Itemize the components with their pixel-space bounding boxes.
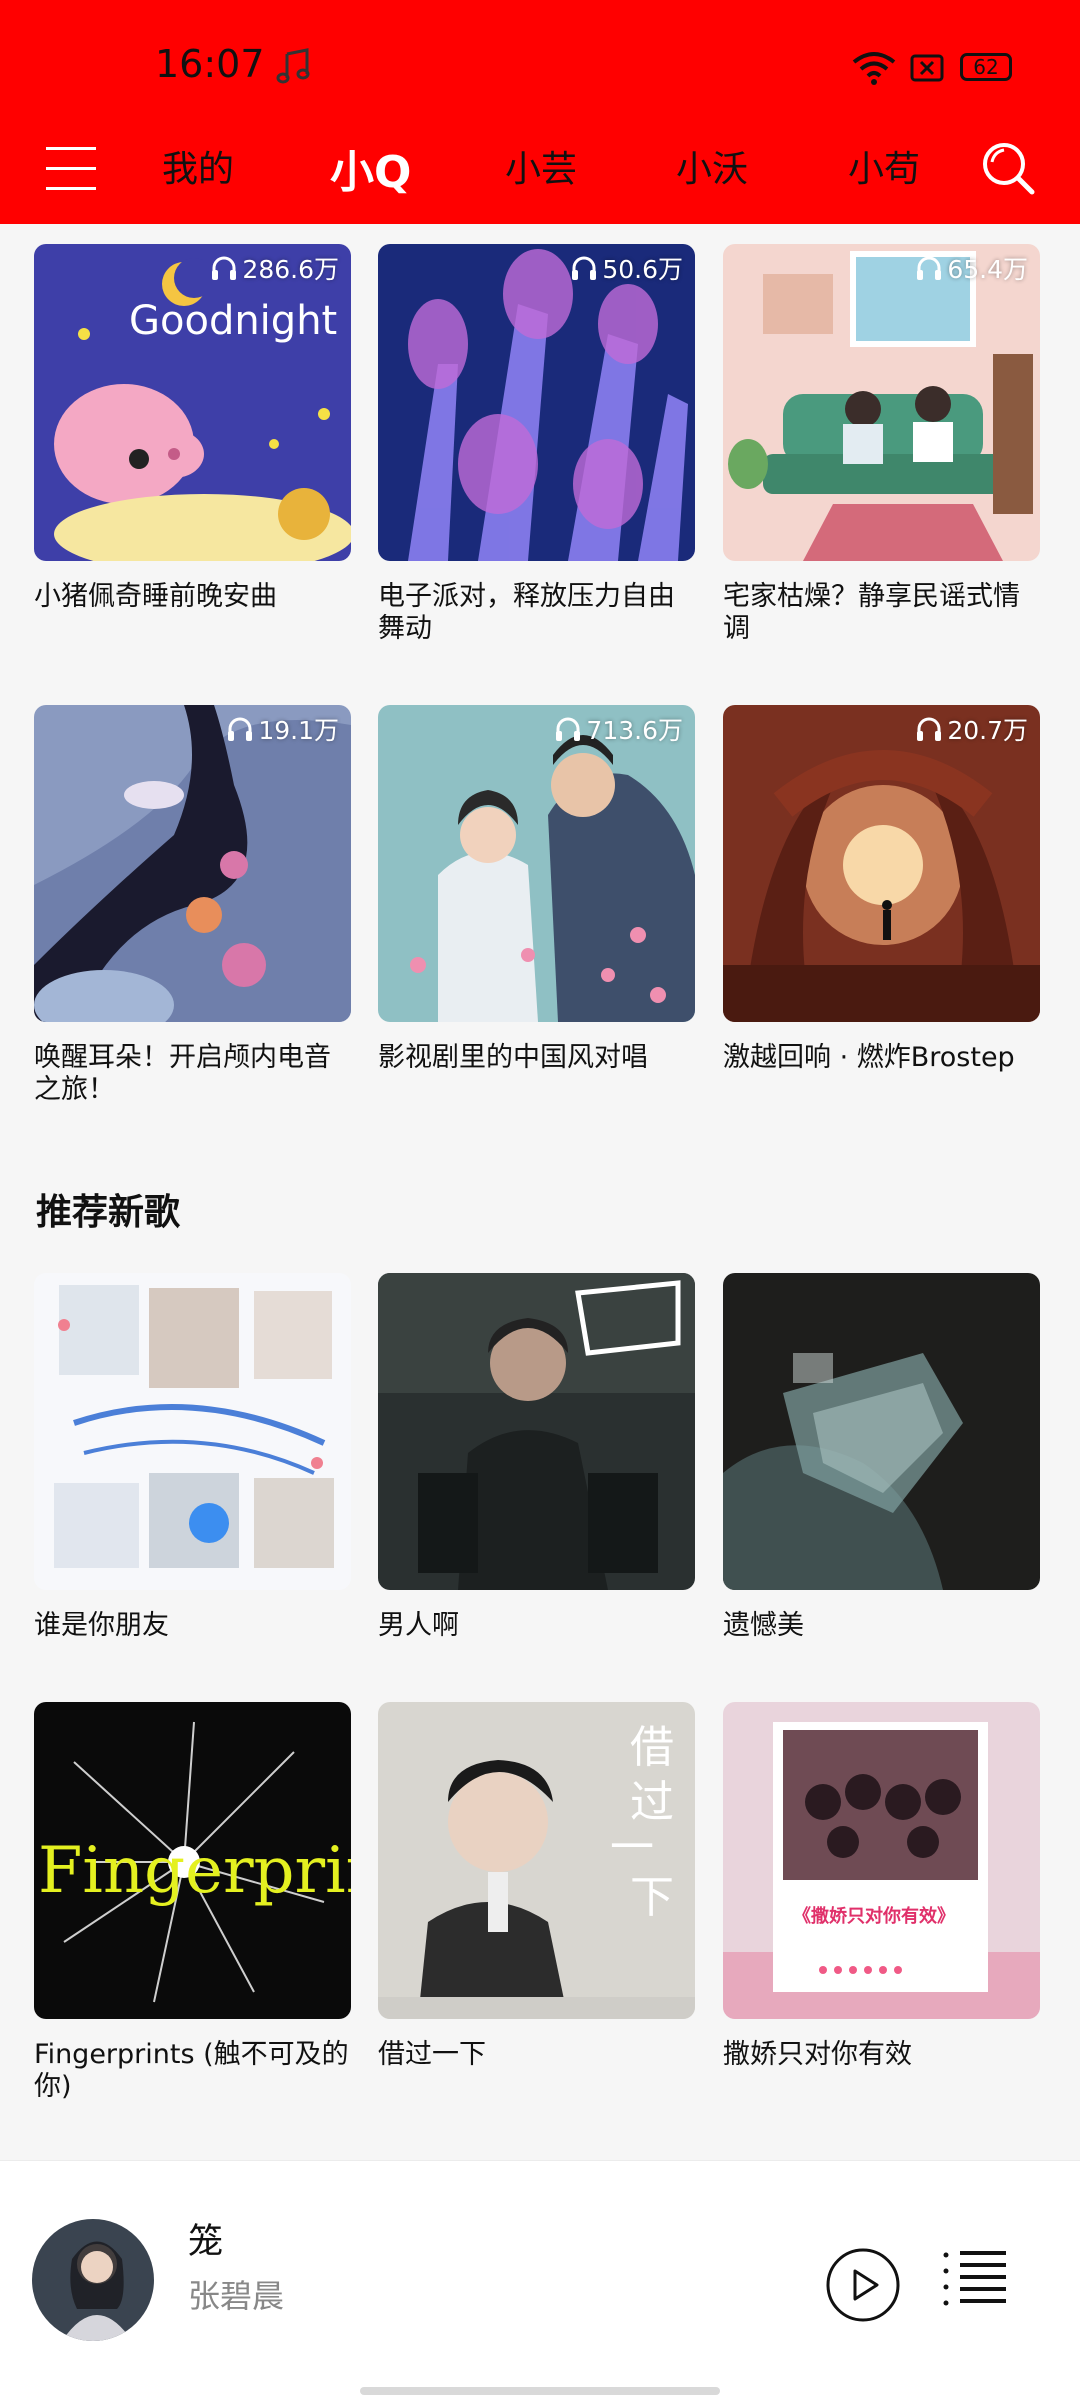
song-cover [34,1273,351,1590]
song-cover: 《撒娇只对你有效》 [723,1702,1040,2019]
play-count: 50.6万 [570,250,683,286]
play-count: 19.1万 [226,711,339,747]
playlist-cover [34,705,351,1022]
playlist-title: 影视剧里的中国风对唱 [378,1042,648,1073]
playlist-cover [378,244,695,561]
headphones-icon [917,717,942,741]
play-count: 65.4万 [915,250,1028,286]
play-count-text: 286.6万 [242,255,339,284]
playlist-cover [723,705,1040,1022]
playlist-cover [378,705,695,1022]
play-count: 20.7万 [915,711,1028,747]
song-title: 遗憾美 [723,1610,804,1641]
tab-mine[interactable]: 我的 [162,140,234,192]
svg-text:借: 借 [630,1722,674,1773]
status-time: 16:07 [155,42,265,86]
home-indicator[interactable] [360,2387,720,2395]
song-title: Fingerprints (触不可及的你) [34,2039,349,2102]
play-button[interactable] [825,2247,901,2323]
play-count: 286.6万 [210,250,339,286]
cover-text: Goodnight Peppa [129,298,351,344]
play-count-text: 50.6万 [602,255,683,284]
top-header: 16:07 62 我的 小Q 小芸 小沃 小苟 [0,0,1080,224]
svg-text:下: 下 [630,1872,674,1923]
song-title: 借过一下 [378,2039,486,2070]
section-title-new-songs: 推荐新歌 [36,1192,181,1233]
svg-text:一: 一 [610,1822,654,1873]
song-title: 男人啊 [378,1610,459,1641]
headphones-icon [212,256,237,280]
playlist-title: 电子派对，释放压力自由舞动 [378,581,675,644]
music-note-icon [276,48,310,84]
song-cover [723,1273,1040,1590]
search-icon[interactable] [980,140,1036,196]
headphones-icon [572,256,597,280]
tab-xiao-q[interactable]: 小Q [330,136,411,200]
tab-xiao-yun[interactable]: 小芸 [505,140,577,192]
playlist-title: 宅家枯燥？静享民谣式情调 [723,581,1020,644]
cover-text: 《撒娇只对你有效》 [793,1905,955,1927]
headphones-icon [228,717,253,741]
headphones-icon [917,256,942,280]
playlist-cover [723,244,1040,561]
tab-xiao-wo[interactable]: 小沃 [676,140,748,192]
cover-text: Fingerprints [38,1834,351,1908]
song-cover [378,1273,695,1590]
song-cover: Fingerprints [34,1702,351,2019]
playlist-title: 唤醒耳朵！开启颅内电音之旅！ [34,1042,331,1105]
svg-text:过: 过 [630,1777,674,1828]
play-count: 713.6万 [554,711,683,747]
playlist-cover: Goodnight Peppa [34,244,351,561]
battery-indicator: 62 [960,53,1012,81]
song-cover: 借 过 一 下 [378,1702,695,2019]
now-playing-cover[interactable] [32,2219,154,2341]
no-sim-icon [910,54,944,82]
menu-icon[interactable] [46,147,96,191]
play-count-text: 20.7万 [947,716,1028,745]
headphones-icon [556,717,581,741]
play-count-text: 713.6万 [586,716,683,745]
play-count-text: 19.1万 [258,716,339,745]
playlist-title: 激越回响 · 燃炸Brostep [723,1042,1015,1073]
song-title: 撒娇只对你有效 [723,2039,912,2070]
tab-xiao-gou[interactable]: 小苟 [848,140,920,192]
now-playing-artist: 张碧晨 [188,2277,285,2315]
mini-player[interactable]: 笼 张碧晨 [0,2160,1080,2400]
now-playing-title: 笼 [188,2222,224,2262]
playlist-title: 小猪佩奇睡前晚安曲 [34,581,277,612]
wifi-icon [852,52,896,85]
playlist-queue-icon[interactable] [942,2249,1012,2309]
play-count-text: 65.4万 [947,255,1028,284]
song-title: 谁是你朋友 [34,1610,169,1641]
